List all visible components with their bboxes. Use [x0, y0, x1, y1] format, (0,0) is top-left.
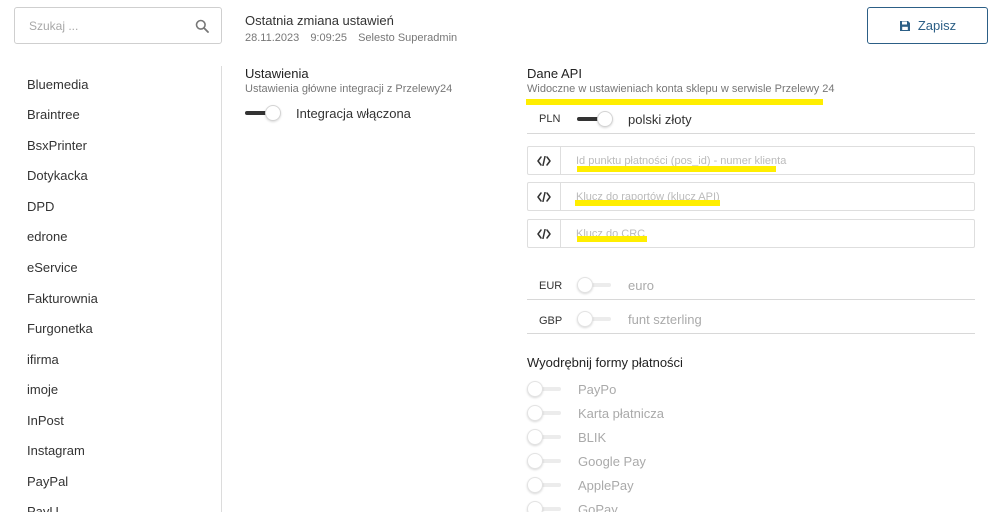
- toggle-knob: [597, 111, 613, 127]
- highlight-mark: [575, 200, 720, 206]
- toggle-knob: [265, 105, 281, 121]
- sidebar: Bluemedia Braintree BsxPrinter Dotykacka…: [0, 66, 222, 512]
- settings-subtitle: Ustawienia główne integracji z Przelewy2…: [245, 83, 453, 95]
- payment-label-blik: BLIK: [578, 430, 607, 445]
- sidebar-item-fakturownia[interactable]: Fakturownia: [27, 291, 98, 306]
- payment-toggle-gopay[interactable]: [527, 501, 563, 512]
- payment-toggle-googlepay[interactable]: [527, 453, 563, 469]
- divider: [527, 333, 975, 334]
- sidebar-item-inpost[interactable]: InPost: [27, 413, 64, 428]
- payment-label-paypo: PayPo: [578, 382, 617, 397]
- toggle-knob: [527, 477, 543, 493]
- currency-code-gbp: GBP: [539, 315, 563, 327]
- save-button-label: Zapisz: [917, 18, 957, 33]
- sidebar-item-braintree[interactable]: Braintree: [27, 107, 80, 122]
- currency-name-pln: polski złoty: [628, 112, 692, 127]
- last-change-meta: 28.11.2023 9:09:25 Selesto Superadmin: [245, 32, 465, 44]
- save-button[interactable]: Zapisz: [867, 7, 988, 44]
- sidebar-item-edrone[interactable]: edrone: [27, 229, 67, 244]
- integration-toggle[interactable]: [245, 105, 281, 121]
- sidebar-item-dotykacka[interactable]: Dotykacka: [27, 168, 88, 183]
- payment-label-applepay: ApplePay: [578, 478, 634, 493]
- divider: [527, 299, 975, 300]
- report-key-field[interactable]: [527, 182, 975, 211]
- payment-label-card: Karta płatnicza: [578, 406, 664, 421]
- toggle-knob: [527, 453, 543, 469]
- payment-toggle-applepay[interactable]: [527, 477, 563, 493]
- currency-toggle-gbp[interactable]: [577, 311, 613, 327]
- currency-code-pln: PLN: [539, 113, 561, 125]
- currency-toggle-pln[interactable]: [577, 111, 613, 127]
- last-change-time: 9:09:25: [310, 32, 348, 44]
- payment-forms-title: Wyodrębnij formy płatności: [527, 355, 683, 370]
- sidebar-item-instagram[interactable]: Instagram: [27, 443, 85, 458]
- payment-label-googlepay: Google Pay: [578, 454, 646, 469]
- toggle-knob: [527, 405, 543, 421]
- last-change-date: 28.11.2023: [245, 32, 300, 44]
- toggle-knob: [577, 277, 593, 293]
- sidebar-item-ifirma[interactable]: ifirma: [27, 352, 59, 367]
- payment-toggle-blik[interactable]: [527, 429, 563, 445]
- code-icon: [528, 147, 561, 174]
- search-icon[interactable]: [195, 19, 209, 33]
- last-change-info: Ostatnia zmiana ustawień 28.11.2023 9:09…: [245, 13, 465, 44]
- payment-label-gopay: GoPay: [578, 502, 618, 512]
- toggle-knob: [527, 381, 543, 397]
- sidebar-item-payu[interactable]: PayU: [27, 504, 59, 512]
- divider: [527, 133, 975, 134]
- last-change-title: Ostatnia zmiana ustawień: [245, 13, 394, 28]
- search-input[interactable]: [15, 8, 195, 43]
- code-icon: [528, 183, 561, 210]
- crc-key-field[interactable]: [527, 219, 975, 248]
- sidebar-item-furgonetka[interactable]: Furgonetka: [27, 321, 93, 336]
- floppy-disk-icon: [899, 20, 910, 31]
- search-box[interactable]: [14, 7, 222, 44]
- highlight-mark: [577, 166, 776, 172]
- payment-toggle-paypo[interactable]: [527, 381, 563, 397]
- api-subtitle: Widoczne w ustawieniach konta sklepu w s…: [527, 83, 835, 95]
- integration-toggle-label: Integracja włączona: [296, 106, 411, 121]
- sidebar-item-imoje[interactable]: imoje: [27, 382, 58, 397]
- settings-title: Ustawienia: [245, 66, 309, 81]
- currency-code-eur: EUR: [539, 280, 563, 292]
- sidebar-item-paypal[interactable]: PayPal: [27, 474, 68, 489]
- highlight-mark: [526, 99, 823, 105]
- toggle-knob: [527, 501, 543, 512]
- api-title: Dane API: [527, 66, 582, 81]
- crc-key-input[interactable]: [576, 220, 966, 247]
- toggle-knob: [527, 429, 543, 445]
- currency-name-eur: euro: [628, 278, 655, 293]
- sidebar-item-bsxprinter[interactable]: BsxPrinter: [27, 138, 87, 153]
- code-icon: [528, 220, 561, 247]
- currency-toggle-eur[interactable]: [577, 277, 613, 293]
- payment-toggle-card[interactable]: [527, 405, 563, 421]
- sidebar-item-dpd[interactable]: DPD: [27, 199, 54, 214]
- sidebar-item-bluemedia[interactable]: Bluemedia: [27, 77, 88, 92]
- toggle-knob: [577, 311, 593, 327]
- last-change-user: Selesto Superadmin: [358, 32, 458, 44]
- sidebar-item-eservice[interactable]: eService: [27, 260, 78, 275]
- currency-name-gbp: funt szterling: [628, 312, 702, 327]
- highlight-mark: [577, 236, 647, 242]
